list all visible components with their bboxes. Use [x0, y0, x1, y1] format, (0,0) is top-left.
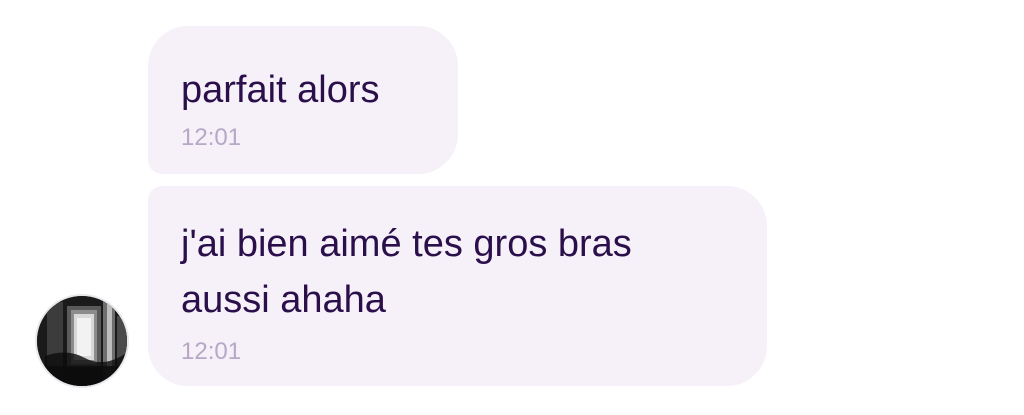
- message-text-line: aussi ahaha: [181, 279, 386, 321]
- contact-photo-icon: [37, 296, 127, 386]
- message-bubble[interactable]: j'ai bien aimé tes gros bras aussi ahaha…: [148, 186, 767, 386]
- message-text: parfait alors: [181, 62, 380, 118]
- message-timestamp: 12:01: [181, 124, 242, 151]
- message-text: j'ai bien aimé tes gros bras aussi ahaha: [181, 216, 632, 328]
- message-text-line: parfait alors: [181, 69, 380, 111]
- avatar[interactable]: [37, 296, 127, 386]
- message-timestamp: 12:01: [181, 338, 242, 365]
- message-bubble[interactable]: parfait alors 12:01: [148, 26, 458, 174]
- message-text-line: j'ai bien aimé tes gros bras: [181, 223, 632, 265]
